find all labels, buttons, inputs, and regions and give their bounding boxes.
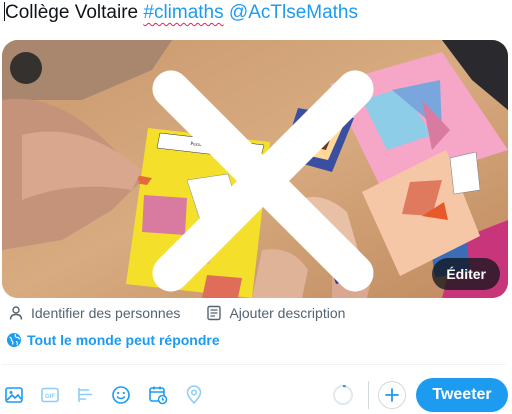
tag-people-button[interactable]: Identifier des personnes — [8, 305, 180, 321]
composer-toolbar: GIF Tweeter — [0, 378, 512, 412]
mention-link[interactable]: @AcTlseMaths — [229, 2, 358, 23]
poll-icon — [78, 388, 92, 402]
add-emoji-button[interactable] — [107, 381, 135, 409]
add-thread-button[interactable] — [378, 381, 406, 409]
person-icon — [8, 305, 24, 321]
edit-media-button[interactable]: Éditer — [432, 258, 500, 290]
add-poll-button[interactable] — [72, 381, 100, 409]
tag-people-label: Identifier des personnes — [31, 305, 181, 321]
reply-setting-button[interactable]: Tout le monde peut répondre — [6, 330, 220, 350]
character-count-progress — [333, 385, 353, 405]
tweet-button[interactable]: Tweeter — [416, 378, 508, 412]
add-media-button[interactable] — [0, 381, 28, 409]
gif-label: GIF — [45, 394, 55, 400]
reply-setting-label: Tout le monde peut répondre — [27, 332, 220, 348]
tweet-text-input[interactable]: Collège Voltaire #climaths @AcTlseMaths — [4, 1, 508, 27]
schedule-icon — [149, 386, 168, 405]
gif-icon: GIF — [41, 387, 59, 403]
add-description-label: Ajouter description — [229, 305, 346, 321]
toolbar-separator — [368, 381, 369, 409]
media-actions: Identifier des personnes Ajouter descrip… — [8, 303, 345, 323]
tweet-text-plain: Collège Voltaire — [5, 2, 144, 23]
add-description-button[interactable]: Ajouter description — [206, 305, 345, 321]
location-icon — [186, 385, 202, 405]
add-location-button[interactable] — [180, 381, 208, 409]
emoji-icon — [112, 386, 130, 404]
remove-media-button[interactable] — [10, 52, 374, 292]
hashtag-link[interactable]: #climaths — [143, 2, 223, 23]
description-icon — [206, 305, 222, 321]
schedule-button[interactable] — [144, 381, 172, 409]
globe-icon — [6, 332, 22, 348]
plus-icon — [385, 388, 399, 402]
close-icon — [152, 70, 374, 292]
image-icon — [5, 387, 23, 403]
composer-divider — [2, 364, 506, 365]
attached-photo: Puzzle d'Al-Nayrizi Éditer — [2, 40, 508, 298]
add-gif-button[interactable]: GIF — [36, 381, 64, 409]
